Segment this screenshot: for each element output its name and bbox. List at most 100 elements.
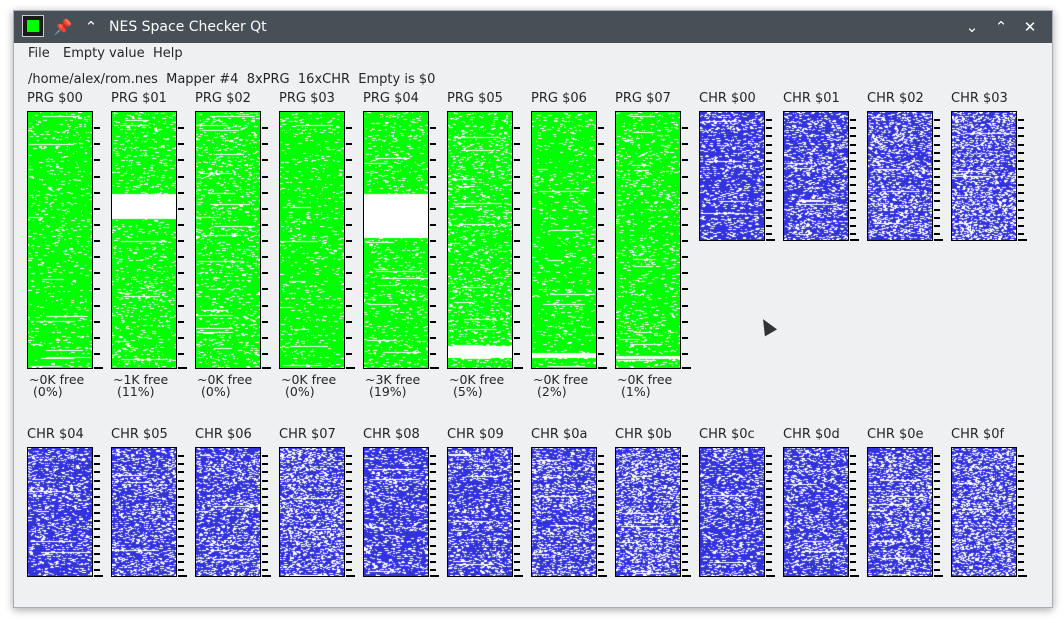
ruler-tick	[598, 192, 604, 194]
keep-above-icon[interactable]: ⌃	[80, 16, 102, 38]
app-icon[interactable]	[22, 15, 44, 37]
ruler-tick	[682, 127, 688, 129]
ruler-tick	[178, 569, 184, 571]
chr-bank-map[interactable]	[447, 447, 513, 577]
chr-bank-map[interactable]	[951, 111, 1017, 241]
ruler-tick	[346, 520, 352, 522]
ruler-tick	[766, 200, 772, 202]
ruler-tick	[766, 135, 772, 137]
ruler-tick	[682, 545, 688, 547]
chr-bank-ruler	[345, 447, 355, 577]
ruler-tick	[346, 569, 352, 571]
prg-bank-map[interactable]	[531, 111, 597, 369]
prg-bank-label: PRG $04	[363, 91, 419, 106]
menu-file[interactable]: File	[28, 46, 50, 61]
ruler-tick	[178, 143, 184, 145]
chr-bank-label: CHR $0b	[615, 427, 672, 442]
ruler-tick	[934, 455, 940, 457]
ruler-tick	[514, 455, 520, 457]
ruler-tick	[178, 545, 184, 547]
chr-bank-map[interactable]	[279, 447, 345, 577]
ruler-tick	[1018, 168, 1024, 170]
ruler-tick	[682, 143, 688, 145]
ruler-tick	[94, 528, 100, 530]
chr-bank-map[interactable]	[111, 447, 177, 577]
prg-bank-map[interactable]	[111, 111, 177, 369]
prg-bank-map[interactable]	[615, 111, 681, 369]
ruler-tick	[682, 208, 688, 210]
ruler-tick	[934, 160, 940, 162]
chr-bank-map[interactable]	[951, 447, 1017, 577]
ruler-tick	[682, 256, 688, 258]
chr-bank-map[interactable]	[783, 447, 849, 577]
ruler-tick	[850, 528, 856, 530]
ruler-tick	[430, 288, 436, 290]
ruler-base	[682, 575, 691, 577]
ruler-tick	[766, 496, 772, 498]
ruler-tick	[598, 471, 604, 473]
maximize-button[interactable]: ⌃	[990, 16, 1012, 38]
pin-icon[interactable]: 📌	[52, 16, 74, 38]
prg-bank-map[interactable]	[27, 111, 93, 369]
ruler-tick	[598, 488, 604, 490]
prg-bank-label: PRG $01	[111, 91, 167, 106]
ruler-tick	[430, 353, 436, 355]
prg-bank-ruler	[345, 111, 355, 369]
close-button[interactable]: ✕	[1019, 16, 1041, 38]
ruler-tick	[682, 353, 688, 355]
chr-bank-label: CHR $0f	[951, 427, 1005, 442]
prg-bank-ruler	[177, 111, 187, 369]
ruler-base	[850, 239, 859, 241]
ruler-tick	[850, 496, 856, 498]
ruler-tick	[514, 561, 520, 563]
chr-bank-ruler	[765, 447, 775, 577]
chr-bank-map[interactable]	[867, 447, 933, 577]
chr-bank-map[interactable]	[699, 111, 765, 241]
chr-bank-map[interactable]	[783, 111, 849, 241]
ruler-tick	[1018, 528, 1024, 530]
prg-bank-map[interactable]	[195, 111, 261, 369]
menu-empty-value[interactable]: Empty value	[63, 46, 145, 61]
ruler-tick	[1018, 152, 1024, 154]
minimize-button[interactable]: ⌄	[961, 16, 983, 38]
chr-bank-label: CHR $0c	[699, 427, 755, 442]
menu-help[interactable]: Help	[153, 46, 183, 61]
ruler-tick	[766, 160, 772, 162]
title-bar[interactable]: 📌 ⌃ NES Space Checker Qt ⌄ ⌃ ✕	[14, 11, 1052, 43]
chr-bank-map[interactable]	[867, 111, 933, 241]
chr-bank-map[interactable]	[699, 447, 765, 577]
ruler-tick	[514, 143, 520, 145]
ruler-tick	[934, 480, 940, 482]
ruler-tick	[934, 496, 940, 498]
ruler-tick	[178, 272, 184, 274]
ruler-tick	[94, 272, 100, 274]
ruler-tick	[682, 192, 688, 194]
ruler-tick	[1018, 176, 1024, 178]
ruler-tick	[1018, 553, 1024, 555]
chr-bank-map[interactable]	[27, 447, 93, 577]
ruler-tick	[766, 152, 772, 154]
ruler-tick	[94, 127, 100, 129]
ruler-tick	[262, 256, 268, 258]
prg-bank-map[interactable]	[363, 111, 429, 369]
ruler-tick	[1018, 127, 1024, 129]
ruler-tick	[430, 528, 436, 530]
ruler-base	[346, 575, 355, 577]
chr-bank-map[interactable]	[615, 447, 681, 577]
prg-bank-map[interactable]	[447, 111, 513, 369]
ruler-tick	[514, 471, 520, 473]
ruler-tick	[766, 504, 772, 506]
ruler-tick	[94, 159, 100, 161]
ruler-tick	[262, 496, 268, 498]
prg-bank-map[interactable]	[279, 111, 345, 369]
ruler-tick	[178, 240, 184, 242]
ruler-tick	[178, 256, 184, 258]
chr-bank-map[interactable]	[363, 447, 429, 577]
ruler-tick	[346, 528, 352, 530]
chr-bank-map[interactable]	[531, 447, 597, 577]
ruler-tick	[346, 256, 352, 258]
ruler-tick	[430, 471, 436, 473]
ruler-tick	[430, 321, 436, 323]
prg-bank-ruler	[681, 111, 691, 369]
chr-bank-map[interactable]	[195, 447, 261, 577]
